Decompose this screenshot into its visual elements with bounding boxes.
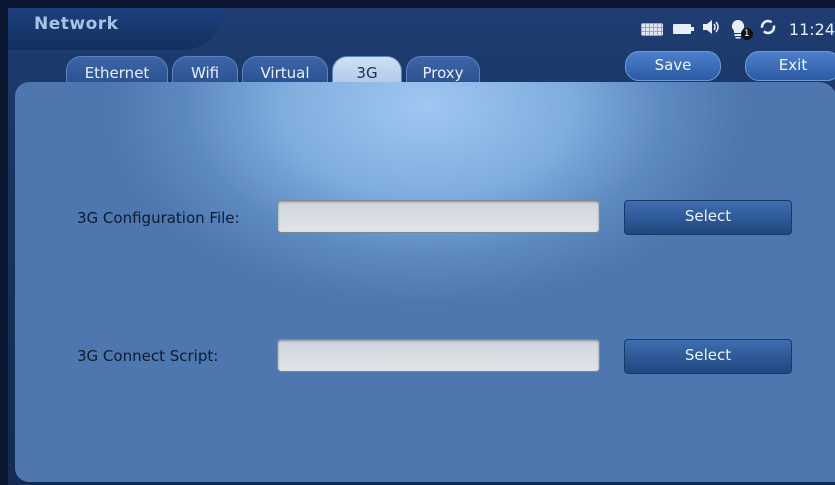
connect-script-field[interactable] — [277, 339, 600, 372]
notification-bulb-icon[interactable]: 1 — [731, 19, 753, 40]
volume-icon[interactable] — [701, 19, 721, 39]
sync-icon[interactable] — [759, 18, 777, 40]
battery-icon — [672, 24, 694, 34]
clock: 11:24 — [788, 19, 835, 39]
connect-script-select-button[interactable]: Select — [624, 339, 792, 374]
connect-script-label: 3G Connect Script: — [77, 347, 219, 365]
save-button[interactable]: Save — [625, 51, 721, 81]
window-title: Network — [34, 14, 119, 34]
title-bar: Network — [8, 8, 223, 50]
keyboard-icon[interactable] — [640, 22, 663, 36]
notification-count: 1 — [740, 28, 753, 40]
config-file-label: 3G Configuration File: — [77, 209, 240, 227]
status-bar: 1 11:24 — [640, 18, 835, 40]
content-panel: 3G Configuration File: Select 3G Connect… — [15, 82, 835, 482]
exit-button[interactable]: Exit — [745, 51, 835, 81]
config-file-field[interactable] — [277, 200, 600, 233]
config-file-select-button[interactable]: Select — [624, 200, 792, 235]
